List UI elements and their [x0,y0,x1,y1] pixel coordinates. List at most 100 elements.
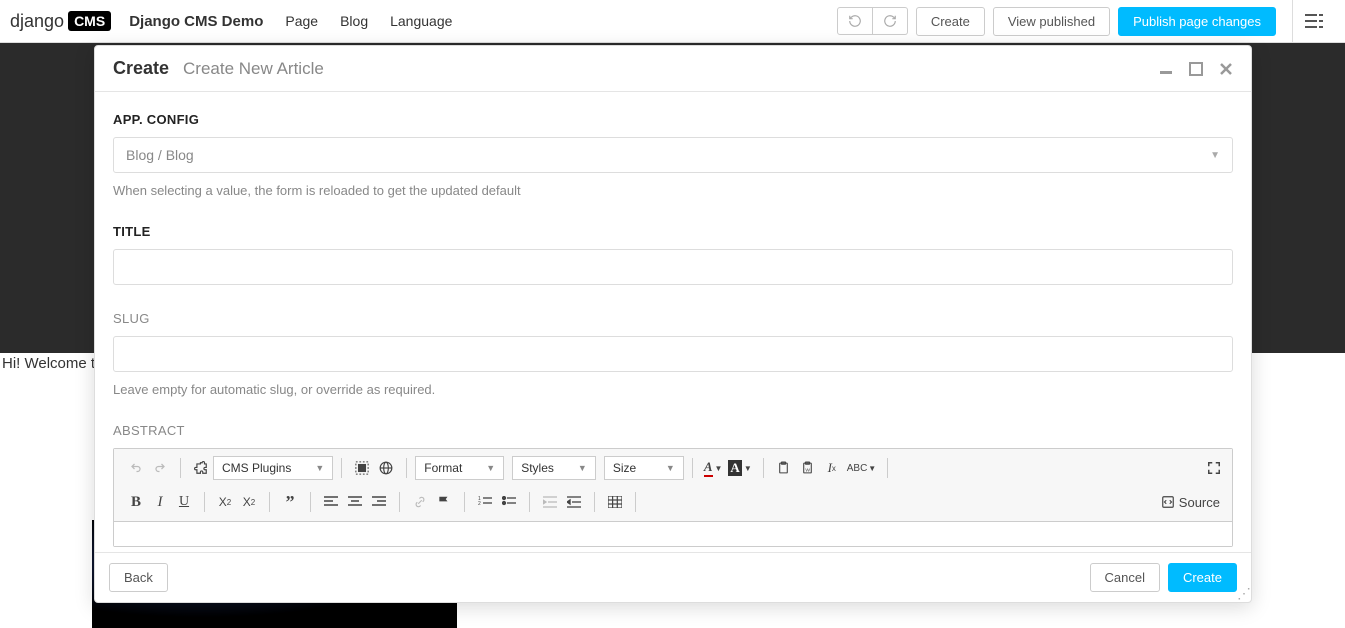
bg-color-button[interactable]: A▼ [725,455,754,481]
top-toolbar: django CMS Django CMS Demo Page Blog Lan… [0,0,1345,43]
source-label: Source [1179,495,1220,510]
field-abstract: Abstract CMS Plugins▼ [113,423,1247,547]
cancel-button[interactable]: Cancel [1090,563,1160,592]
paste-word-button[interactable]: W [796,455,820,481]
subscript-button[interactable]: X2 [213,489,237,515]
maximize-icon[interactable] [1189,62,1203,76]
menu-page[interactable]: Page [285,13,318,29]
logo[interactable]: django CMS [10,11,111,32]
redo-icon [883,14,897,28]
field-slug: Slug Leave empty for automatic slug, or … [113,311,1247,397]
indent-button[interactable] [562,489,586,515]
field-title: Title [113,224,1247,285]
caret-down-icon: ▼ [578,463,587,473]
table-button[interactable] [603,489,627,515]
app-config-select[interactable]: Blog / Blog ▼ [113,137,1233,173]
modal-footer: Back Cancel Create [95,552,1251,602]
superscript-button[interactable]: X2 [237,489,261,515]
clipboard-word-icon: W [801,461,814,475]
publish-button[interactable]: Publish page changes [1118,7,1276,36]
close-icon[interactable] [1219,62,1233,76]
outdent-button[interactable] [538,489,562,515]
styles-dropdown[interactable]: Styles ▼ [512,456,596,480]
unlink-button[interactable] [408,489,432,515]
field-app-config: App. Config Blog / Blog ▼ When selecting… [113,112,1247,198]
svg-text:2: 2 [478,501,481,507]
slug-label: Slug [113,311,1233,326]
indent-icon [567,496,581,508]
page-welcome-text: Hi! Welcome to [2,355,103,372]
app-config-help: When selecting a value, the form is relo… [113,183,1233,198]
format-dropdown[interactable]: Format ▼ [415,456,504,480]
title-input[interactable] [113,249,1233,285]
bullet-list-icon [502,496,516,508]
cms-plugins-dropdown[interactable]: CMS Plugins▼ [213,456,333,480]
chevron-down-icon: ▼ [1210,150,1220,161]
view-published-button[interactable]: View published [993,7,1110,36]
align-left-icon [324,496,338,508]
modal-create-button[interactable]: Create [1168,563,1237,592]
source-button[interactable]: Source [1155,493,1226,512]
paste-button[interactable] [772,455,796,481]
bullet-list-button[interactable] [497,489,521,515]
outdent-icon [543,496,557,508]
undo-icon [129,462,143,474]
align-right-icon [372,496,386,508]
caret-down-icon: ▼ [666,463,675,473]
editor-row-1: CMS Plugins▼ Format▼ Styles▼ [120,453,1226,483]
cms-plugins-label: CMS Plugins [222,461,291,475]
site-title[interactable]: Django CMS Demo [129,13,263,30]
menu-language[interactable]: Language [390,13,452,29]
numbered-list-icon: 12 [478,496,492,508]
editor-undo-button[interactable] [124,455,148,481]
slug-input[interactable] [113,336,1233,372]
globe-button[interactable] [374,455,398,481]
editor-row-2: B I U X2 X2 ” [120,487,1226,517]
maximize-editor-button[interactable] [1202,455,1226,481]
align-center-icon [348,496,362,508]
back-button[interactable]: Back [109,563,168,592]
align-right-button[interactable] [367,489,391,515]
app-config-value: Blog / Blog [126,147,194,163]
undo-button[interactable] [837,7,873,35]
modal-subtitle: Create New Article [183,59,324,79]
menu-blog[interactable]: Blog [340,13,368,29]
minimize-icon[interactable] [1159,62,1173,76]
anchor-button[interactable] [432,489,456,515]
size-label: Size [613,461,636,475]
editor-redo-button[interactable] [148,455,172,481]
resize-grip[interactable]: ⋰ [1237,588,1249,600]
structure-toggle-button[interactable] [1292,0,1335,43]
abstract-editor-area[interactable] [114,522,1232,546]
modal-window-controls [1159,62,1233,76]
undo-icon [848,14,862,28]
blockquote-button[interactable]: ” [278,489,302,515]
align-left-button[interactable] [319,489,343,515]
align-center-button[interactable] [343,489,367,515]
redo-icon [153,462,167,474]
title-label: Title [113,224,1233,239]
clipboard-icon [777,461,790,475]
abstract-label: Abstract [113,423,1233,438]
modal-header: Create Create New Article [95,46,1251,92]
spellcheck-button[interactable]: ABC▼ [844,455,879,481]
flag-icon [437,495,451,509]
remove-format-button[interactable]: Ix [820,455,844,481]
redo-button[interactable] [873,7,908,35]
bold-button[interactable]: B [124,489,148,515]
size-dropdown[interactable]: Size ▼ [604,456,684,480]
caret-down-icon: ▼ [486,463,495,473]
italic-button[interactable]: I [148,489,172,515]
modal-body[interactable]: App. Config Blog / Blog ▼ When selecting… [95,92,1251,552]
editor-toolbar: CMS Plugins▼ Format▼ Styles▼ [114,449,1232,522]
styles-label: Styles [521,461,554,475]
format-label: Format [424,461,462,475]
create-button[interactable]: Create [916,7,985,36]
abstract-editor: CMS Plugins▼ Format▼ Styles▼ [113,448,1233,547]
cms-plugins-icon-button[interactable] [189,455,213,481]
slug-help: Leave empty for automatic slug, or overr… [113,382,1233,397]
numbered-list-button[interactable]: 12 [473,489,497,515]
text-color-button[interactable]: A▼ [701,455,726,481]
underline-button[interactable]: U [172,489,196,515]
select-all-button[interactable] [350,455,374,481]
